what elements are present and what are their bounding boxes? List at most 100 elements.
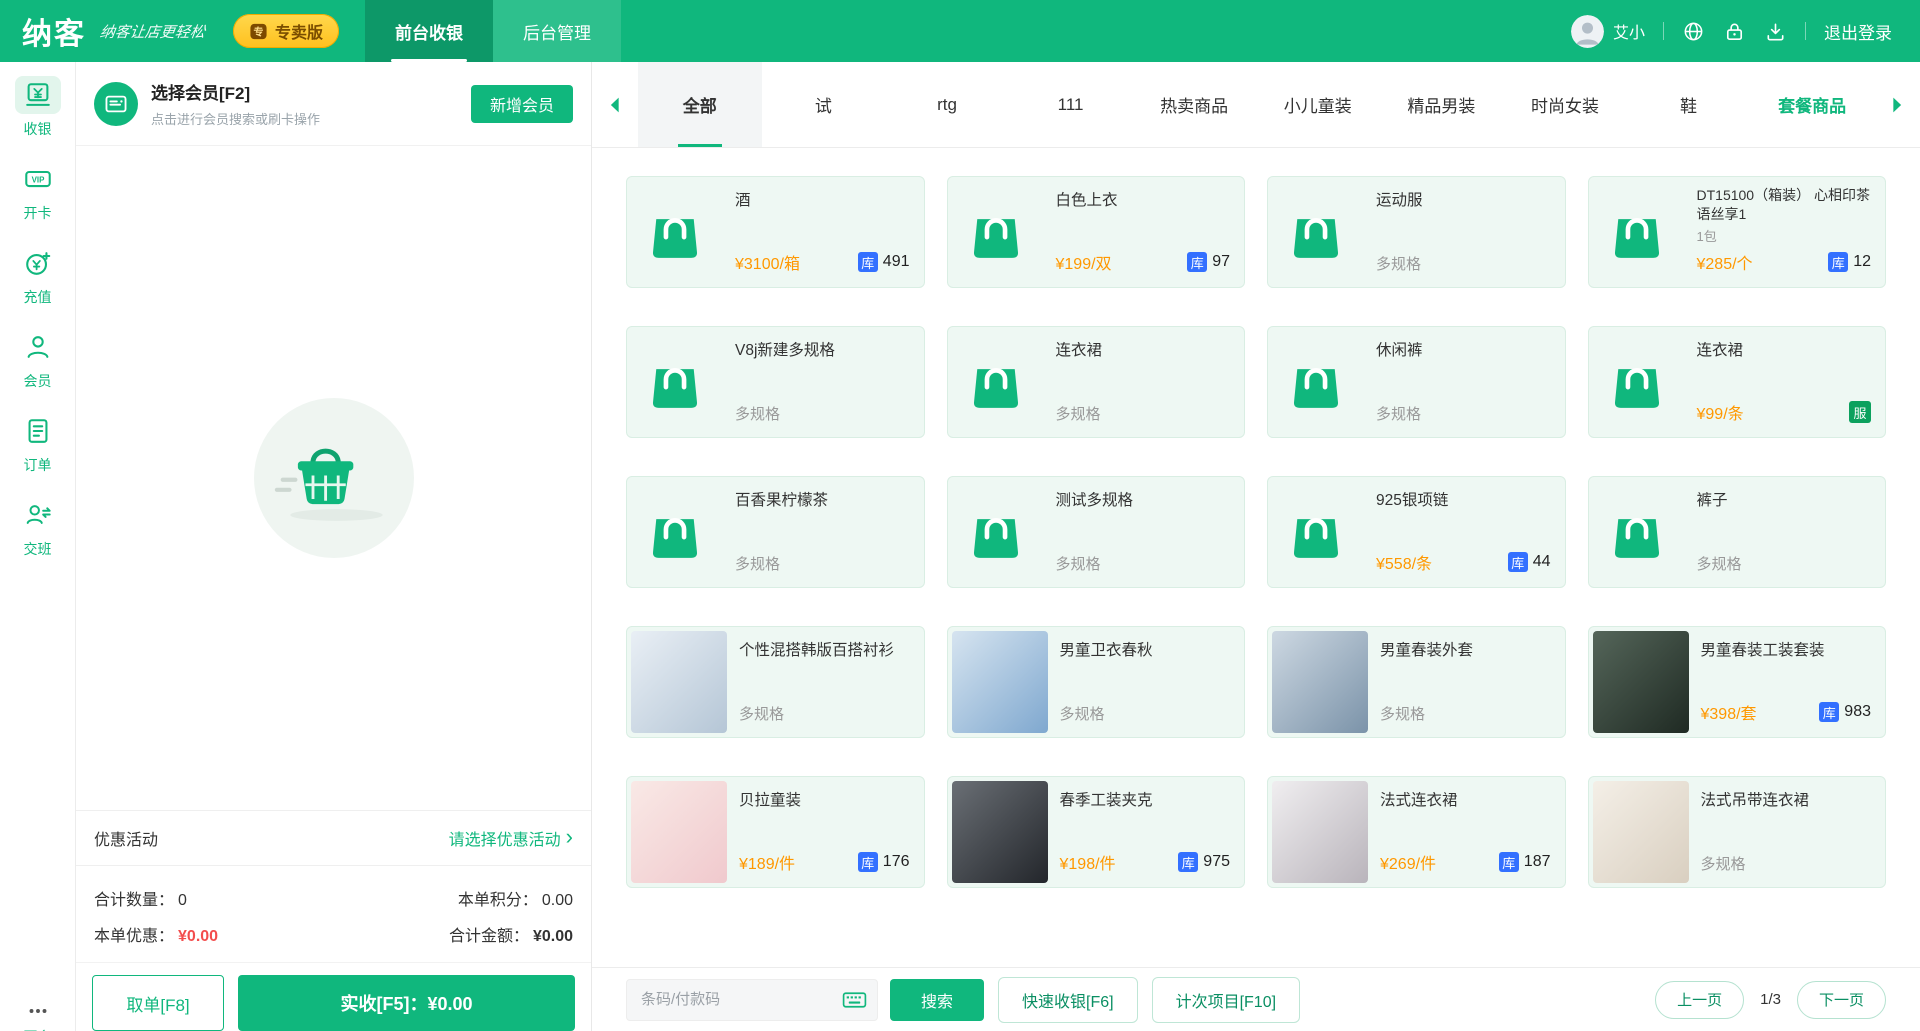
hold-order-button[interactable]: 取单[F8]: [92, 975, 224, 1031]
product-bottom-row: 多规格: [1697, 553, 1872, 574]
add-member-button[interactable]: 新增会员: [471, 85, 573, 123]
product-name: 白色上衣: [1056, 191, 1231, 212]
product-card[interactable]: 男童卫衣春秋多规格: [947, 626, 1246, 738]
product-spec: 多规格: [1701, 853, 1746, 874]
categories-next-button[interactable]: [1874, 62, 1920, 147]
product-price: ¥189/件: [739, 850, 795, 874]
product-card[interactable]: 男童春装工装套装¥398/套库983: [1588, 626, 1887, 738]
sidebar-item-recharge[interactable]: 充值: [15, 244, 61, 307]
product-card[interactable]: V8j新建多规格多规格: [626, 326, 925, 438]
globe-icon[interactable]: [1682, 20, 1705, 43]
product-card[interactable]: DT15100（箱装） 心相印茶语丝享11包¥285/个库12: [1588, 176, 1887, 288]
sidebar-item-shift[interactable]: 交班: [15, 496, 61, 559]
category-tab[interactable]: 全部: [638, 62, 762, 147]
product-spec: 多规格: [1697, 553, 1742, 574]
order-totals: 合计数量：0 本单积分：0.00 本单优惠：¥0.00 合计金额：¥0.00: [76, 866, 591, 962]
category-tab[interactable]: 时尚女装: [1503, 62, 1627, 147]
product-name: 男童春装外套: [1380, 641, 1551, 662]
sidebar-item-vip[interactable]: VIP开卡: [15, 160, 61, 223]
pos-app: { "topbar": { "logo": "纳客", "slogan": "纳…: [0, 0, 1920, 1031]
product-price: ¥285/个: [1697, 250, 1753, 274]
stock-icon: 库: [1819, 702, 1839, 722]
category-tab[interactable]: 精品男装: [1380, 62, 1504, 147]
product-name: 裤子: [1697, 491, 1872, 512]
pay-button[interactable]: 实收[F5]：¥0.00: [238, 975, 575, 1031]
product-unit: 1包: [1697, 226, 1872, 245]
order-panel: 选择会员[F2] 点击进行会员搜索或刷卡操作 新增会员 优惠活动 请选择优惠活动…: [76, 62, 592, 1031]
svg-text:专: 专: [254, 25, 264, 38]
category-tab[interactable]: rtg: [885, 62, 1009, 147]
keyboard-icon[interactable]: [841, 986, 868, 1013]
product-card[interactable]: 春季工装夹克¥198/件库975: [947, 776, 1246, 888]
product-card[interactable]: 连衣裙¥99/条服: [1588, 326, 1887, 438]
sidebar-item-order[interactable]: 订单: [15, 412, 61, 475]
user-chip[interactable]: 艾小: [1571, 15, 1645, 48]
category-tab[interactable]: 鞋: [1627, 62, 1751, 147]
stock-icon: 库: [1187, 252, 1207, 272]
quick-pay-button[interactable]: 快速收银[F6]: [998, 977, 1138, 1023]
product-bottom-row: 多规格: [1380, 703, 1551, 724]
sidebar: 收银 VIP开卡充值会员订单交班 更多: [0, 62, 76, 1031]
product-name: 测试多规格: [1056, 491, 1231, 512]
category-tab[interactable]: 试: [762, 62, 886, 147]
category-bar: 全部试rtg111热卖商品小儿童装精品男装时尚女装鞋套餐商品: [592, 62, 1920, 148]
basket-icon: [271, 431, 397, 525]
shift-icon: [15, 496, 61, 534]
product-name: 男童春装工装套装: [1701, 641, 1872, 662]
product-card[interactable]: 个性混搭韩版百搭衬衫多规格: [626, 626, 925, 738]
product-card[interactable]: 法式吊带连衣裙多规格: [1588, 776, 1887, 888]
logout-button[interactable]: 退出登录: [1824, 19, 1892, 44]
more-icon: [25, 998, 51, 1024]
product-name: DT15100（箱装） 心相印茶语丝享1: [1697, 186, 1872, 224]
product-bottom-row: ¥269/件库187: [1380, 850, 1551, 874]
lock-icon[interactable]: [1723, 20, 1746, 43]
product-card[interactable]: 白色上衣¥199/双库97: [947, 176, 1246, 288]
product-card[interactable]: 百香果柠檬茶多规格: [626, 476, 925, 588]
product-bottom-row: ¥99/条服: [1697, 400, 1872, 424]
product-card[interactable]: 连衣裙多规格: [947, 326, 1246, 438]
top-tab[interactable]: 前台收银: [365, 0, 493, 62]
product-price: ¥269/件: [1380, 850, 1436, 874]
download-icon[interactable]: [1764, 20, 1787, 43]
product-card[interactable]: 925银项链¥558/条库44: [1267, 476, 1566, 588]
stock-icon: 库: [1499, 852, 1519, 872]
barcode-search: [626, 979, 878, 1021]
count-item-button[interactable]: 计次项目[F10]: [1152, 977, 1300, 1023]
category-tab[interactable]: 111: [1009, 62, 1133, 147]
prev-page-button[interactable]: 上一页: [1655, 981, 1744, 1019]
product-name: 运动服: [1376, 191, 1551, 212]
sidebar-item-more[interactable]: 更多: [0, 998, 75, 1031]
sidebar-item-member[interactable]: 会员: [15, 328, 61, 391]
product-bottom-row: ¥199/双库97: [1056, 250, 1231, 274]
product-card[interactable]: 运动服多规格: [1267, 176, 1566, 288]
product-card[interactable]: 男童春装外套多规格: [1267, 626, 1566, 738]
promo-label: 优惠活动: [94, 826, 158, 850]
product-bag-icon: [627, 201, 723, 263]
product-card[interactable]: 测试多规格多规格: [947, 476, 1246, 588]
top-tab[interactable]: 后台管理: [493, 0, 621, 62]
product-name: V8j新建多规格: [735, 341, 910, 362]
product-photo: [1272, 631, 1368, 733]
order-points: 本单积分：0.00: [458, 886, 573, 910]
categories-prev-button[interactable]: [592, 62, 638, 147]
product-card[interactable]: 法式连衣裙¥269/件库187: [1267, 776, 1566, 888]
category-tab[interactable]: 热卖商品: [1132, 62, 1256, 147]
product-name: 百香果柠檬茶: [735, 491, 910, 512]
product-card[interactable]: 贝拉童装¥189/件库176: [626, 776, 925, 888]
order-icon: [15, 412, 61, 450]
search-button[interactable]: 搜索: [890, 979, 984, 1021]
product-bag-icon: [948, 201, 1044, 263]
category-tab[interactable]: 小儿童装: [1256, 62, 1380, 147]
svg-text:VIP: VIP: [31, 176, 45, 185]
next-page-button[interactable]: 下一页: [1797, 981, 1886, 1019]
stock-icon: 库: [1178, 852, 1198, 872]
product-name: 连衣裙: [1056, 341, 1231, 362]
product-card[interactable]: 裤子多规格: [1588, 476, 1887, 588]
product-card[interactable]: 休闲裤多规格: [1267, 326, 1566, 438]
category-tab[interactable]: 套餐商品: [1750, 62, 1874, 147]
member-select-card[interactable]: 选择会员[F2] 点击进行会员搜索或刷卡操作 新增会员: [76, 62, 591, 146]
promo-select[interactable]: 请选择优惠活动 ›: [449, 826, 573, 850]
product-card[interactable]: 酒¥3100/箱库491: [626, 176, 925, 288]
sidebar-item-cashier[interactable]: 收银: [15, 76, 61, 139]
product-price: ¥199/双: [1056, 250, 1112, 274]
